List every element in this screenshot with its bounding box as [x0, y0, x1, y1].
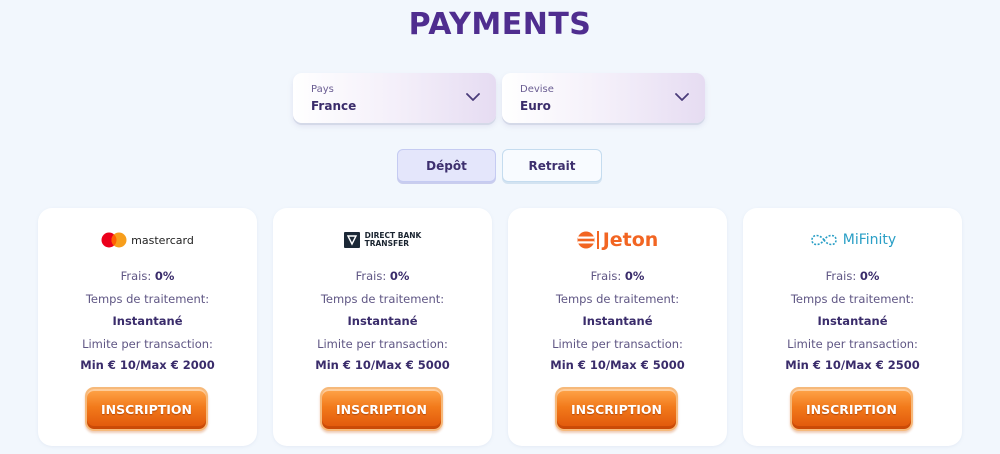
processing-time-value: Instantané	[347, 314, 418, 328]
processing-time-label: Temps de traitement:	[555, 292, 680, 306]
fee-value: 0%	[859, 269, 880, 283]
signup-button[interactable]: INSCRIPTION	[85, 387, 208, 431]
country-select[interactable]: Pays France	[293, 73, 496, 123]
mifinity-icon	[810, 234, 837, 246]
country-select-value: France	[311, 99, 357, 113]
limit-value: Min € 10/Max € 5000	[550, 358, 685, 372]
chevron-down-icon	[466, 93, 480, 101]
logo-text: mastercard	[131, 233, 194, 247]
direct-bank-transfer-logo: DIRECT BANK TRANSFER	[273, 228, 492, 252]
fee-row: Frais: 0%	[508, 269, 727, 283]
signup-button[interactable]: INSCRIPTION	[790, 387, 913, 431]
mastercard-logo: mastercard	[38, 228, 257, 252]
limit-value: Min € 10/Max € 2000	[80, 358, 215, 372]
processing-time-label: Temps de traitement:	[320, 292, 445, 306]
logo-text: DIRECT BANK TRANSFER	[365, 232, 422, 248]
chevron-down-icon	[675, 93, 689, 101]
payment-card-direct-bank-transfer: DIRECT BANK TRANSFER Frais: 0% Temps de …	[273, 208, 492, 446]
logo-text-line2: TRANSFER	[364, 239, 410, 248]
fee-label: Frais:	[355, 269, 387, 283]
currency-select[interactable]: Devise Euro	[502, 73, 705, 123]
jeton-icon	[577, 231, 599, 249]
logo-text: MiFinity	[842, 232, 897, 248]
currency-select-label: Devise	[520, 84, 554, 95]
limit-label: Limite per transaction:	[552, 337, 683, 351]
fee-row: Frais: 0%	[38, 269, 257, 283]
fee-value: 0%	[389, 269, 410, 283]
mifinity-logo: MiFinity	[743, 228, 962, 252]
logo-text: Jeton	[602, 229, 659, 251]
payment-card-jeton: Jeton Frais: 0% Temps de traitement: Ins…	[508, 208, 727, 446]
jeton-logo: Jeton	[508, 228, 727, 252]
processing-time-value: Instantané	[582, 314, 653, 328]
fee-label: Frais:	[590, 269, 622, 283]
payment-card-mifinity: MiFinity Frais: 0% Temps de traitement: …	[743, 208, 962, 446]
country-select-label: Pays	[311, 84, 334, 95]
tab-deposit[interactable]: Dépôt	[397, 149, 496, 182]
fee-row: Frais: 0%	[273, 269, 492, 283]
tab-withdraw[interactable]: Retrait	[502, 149, 602, 182]
mastercard-icon	[101, 232, 127, 248]
page-title: PAYMENTS	[408, 7, 592, 42]
signup-button[interactable]: INSCRIPTION	[320, 387, 443, 431]
limit-value: Min € 10/Max € 2500	[785, 358, 920, 372]
signup-button[interactable]: INSCRIPTION	[555, 387, 678, 431]
payment-card-mastercard: mastercard Frais: 0% Temps de traitement…	[38, 208, 257, 446]
fee-label: Frais:	[120, 269, 152, 283]
bank-transfer-icon	[343, 232, 360, 248]
fee-value: 0%	[624, 269, 645, 283]
limit-label: Limite per transaction:	[317, 337, 448, 351]
fee-label: Frais:	[825, 269, 857, 283]
processing-time-value: Instantané	[817, 314, 888, 328]
fee-value: 0%	[154, 269, 175, 283]
fee-row: Frais: 0%	[743, 269, 962, 283]
processing-time-value: Instantané	[112, 314, 183, 328]
limit-label: Limite per transaction:	[82, 337, 213, 351]
currency-select-value: Euro	[520, 99, 551, 113]
limit-value: Min € 10/Max € 5000	[315, 358, 450, 372]
limit-label: Limite per transaction:	[787, 337, 918, 351]
processing-time-label: Temps de traitement:	[85, 292, 210, 306]
processing-time-label: Temps de traitement:	[790, 292, 915, 306]
